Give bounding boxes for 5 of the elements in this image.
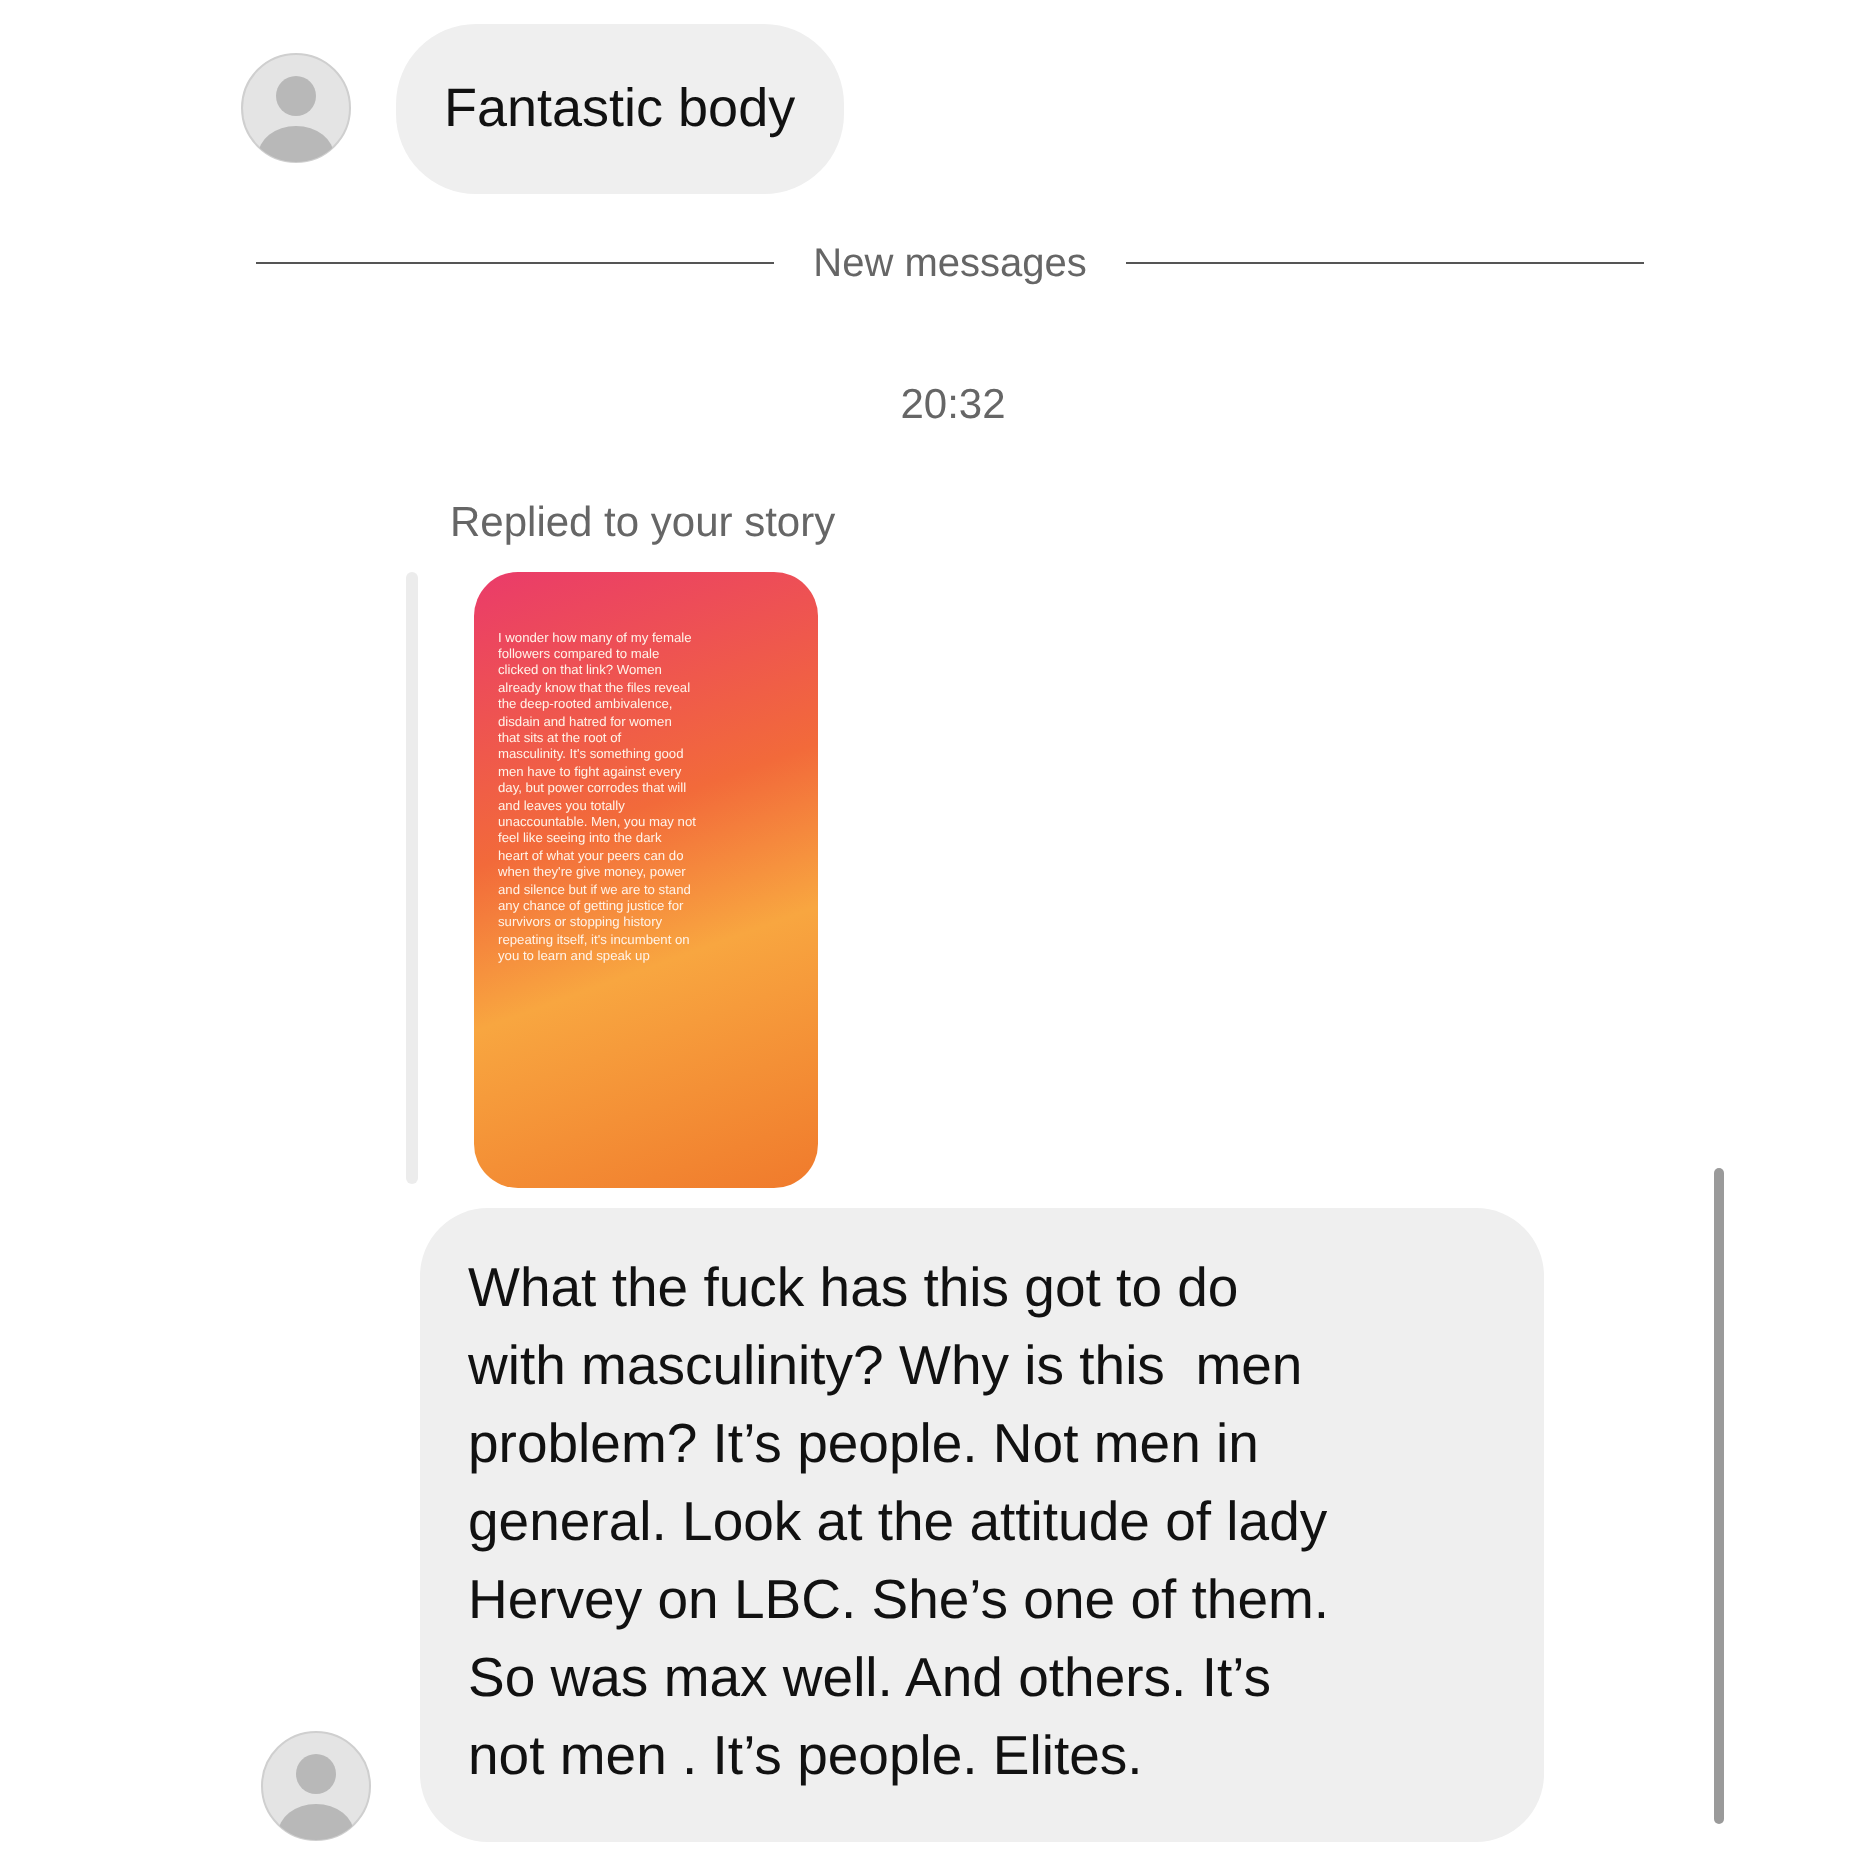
- reply-label: Replied to your story: [450, 498, 838, 550]
- message-bubble: What the fuck has this got to do with masculinity? Why is this men problem? It’s people. Not men in general. Look at the attitude of lady Hervey on LBC. She’s one of them. So was max well. And others. It’s not men . It’s people. Elites.: [420, 1207, 1544, 1841]
- message-bubble: Fantastic body: [396, 24, 844, 193]
- divider-label: New messages: [811, 239, 1089, 289]
- timestamp: 20:32: [900, 379, 1006, 431]
